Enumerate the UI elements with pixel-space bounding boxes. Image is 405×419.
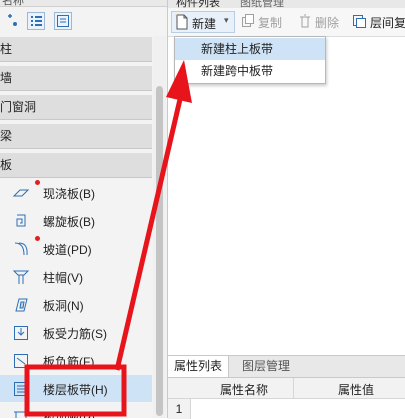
new-button[interactable]: 新建 ▾ [171,11,235,33]
category-beam[interactable]: 梁 [0,124,152,149]
tree-item-spiral-slab[interactable]: 螺旋板(B) [0,207,152,234]
slab-haunch-icon [12,408,30,418]
floor-slab-strip-icon [12,380,30,398]
tree-item-floor-slab-strip[interactable]: 楼层板带(H) [0,375,152,402]
spiral-slab-icon [12,212,30,230]
slab-rebar-icon [12,324,30,342]
expand-icon[interactable] [4,12,22,30]
detail-view-icon[interactable] [54,12,72,30]
marker-dot [35,236,40,241]
list-view-icon[interactable] [27,12,45,30]
delete-icon [298,14,312,31]
negative-rebar-icon [12,352,30,370]
tree-item-negative-rebar[interactable]: 板负筋(F) [0,347,152,374]
tree-item-column-cap[interactable]: 柱帽(V) [0,263,152,290]
delete-button[interactable]: 删除 [315,14,339,31]
column-divider [293,378,294,398]
copy-icon [241,14,255,31]
component-toolbar: 新建 ▾ 复制 删除 层间复 [168,8,405,37]
tree-item-cast-slab[interactable]: 现浇板(B) [0,179,152,206]
bottom-tab-bar: 属性列表 图层管理 [168,356,405,378]
category-column[interactable]: 柱 [0,37,152,62]
new-file-icon [175,13,189,33]
column-header-property-name: 属性名称 [220,383,269,397]
column-cap-icon [12,268,30,286]
category-slab[interactable]: 板 [0,153,152,178]
tree-item-ramp[interactable]: 坡道(PD) [0,235,152,262]
tree-item-slab-rebar[interactable]: 板受力筋(S) [0,319,152,346]
component-tree-panel: 名称 柱 墙 门窗洞 梁 板 现浇板(B) 螺旋板(B) 坡道(PD) 柱帽(V… [0,0,168,418]
category-wall[interactable]: 墙 [0,66,152,91]
marker-dot [35,180,40,185]
new-dropdown-menu: 新建柱上板带 新建跨中板带 [174,36,326,84]
menu-item-new-middle-strip[interactable]: 新建跨中板带 [175,60,325,82]
menu-item-new-column-strip[interactable]: 新建柱上板带 [175,38,325,60]
component-list-panel: 构件列表 图纸管理 新建 ▾ 复制 删除 层间复 新建柱上板带 新建跨中板带 属… [168,0,405,419]
row-number: 1 [168,399,191,419]
tree-item-slab-haunch[interactable]: 板加腋(P) [0,403,152,418]
property-panel: 属性列表 图层管理 属性名称 属性值 1 [168,355,405,419]
scrollbar-thumb[interactable] [156,86,163,416]
category-door-window[interactable]: 门窗洞 [0,95,152,120]
ramp-icon [12,240,30,258]
slab-hole-icon [12,296,30,314]
tree-item-slab-hole[interactable]: 板洞(N) [0,291,152,318]
property-table-header: 属性名称 属性值 [168,378,405,399]
tree-header: 名称 [0,0,167,7]
cast-slab-icon [12,184,30,202]
table-row[interactable]: 1 [168,399,405,419]
tab-property-list[interactable]: 属性列表 [168,356,230,377]
tree-scrollbar[interactable] [153,36,166,418]
chevron-down-icon[interactable]: ▾ [224,15,229,26]
tree-toolbar [0,7,167,36]
new-button-label: 新建 [192,17,217,31]
layer-copy-icon [352,14,366,31]
tab-layer-management[interactable]: 图层管理 [236,356,296,377]
copy-button[interactable]: 复制 [258,14,282,31]
layer-copy-button[interactable]: 层间复 [370,14,405,31]
column-header-property-value: 属性值 [338,383,375,397]
